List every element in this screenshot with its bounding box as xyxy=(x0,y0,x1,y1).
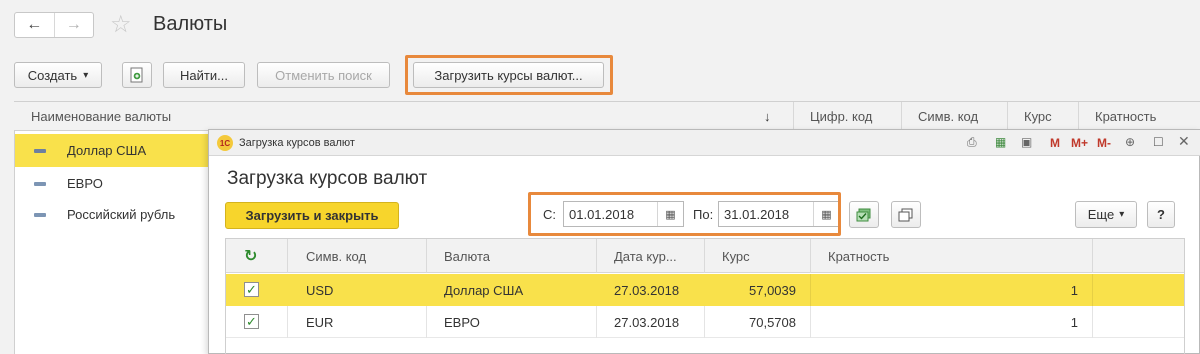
load-rates-dialog: 1С Загрузка курсов валют ⎙ ▦ ▣ M M+ M- ⊕… xyxy=(208,129,1200,354)
cell-multiplicity: 1 xyxy=(1070,315,1078,330)
period-highlight xyxy=(528,192,841,236)
column-divider xyxy=(426,306,427,338)
cancel-search-button[interactable]: Отменить поиск xyxy=(257,62,390,88)
column-divider xyxy=(287,306,288,338)
column-divider xyxy=(1007,102,1008,131)
column-header-currency[interactable]: Валюта xyxy=(444,249,490,264)
column-header-name[interactable]: Наименование валюты xyxy=(31,109,171,124)
memory-minus-icon[interactable]: M- xyxy=(1097,136,1111,150)
column-header-symbol-code[interactable]: Симв. код xyxy=(306,249,366,264)
column-header-rate[interactable]: Курс xyxy=(1024,109,1052,124)
cell-currency: Доллар США xyxy=(444,283,524,298)
currency-list-header: Наименование валюты ↓ Цифр. код Симв. ко… xyxy=(14,101,1200,131)
navigation-buttons: ← → xyxy=(14,12,94,38)
select-all-button[interactable] xyxy=(849,201,879,228)
load-and-close-button[interactable]: Загрузить и закрыть xyxy=(225,202,399,229)
cell-rate: 70,5708 xyxy=(749,315,796,330)
favorite-star-icon[interactable]: ☆ xyxy=(110,10,132,39)
chevron-down-icon: ▾ xyxy=(83,69,89,81)
create-button-label: Создать xyxy=(27,67,78,83)
column-divider xyxy=(596,239,597,273)
spreadsheet-icon[interactable]: ▦ xyxy=(995,135,1006,149)
cell-rate: 57,0039 xyxy=(749,283,796,298)
load-rates-highlight xyxy=(405,55,613,95)
list-item-label: Российский рубль xyxy=(67,207,176,222)
rates-table-header: ↻ Симв. код Валюта Дата кур... Курс Крат… xyxy=(226,239,1184,273)
deselect-all-button[interactable] xyxy=(891,201,921,228)
zoom-icon[interactable]: ⊕ xyxy=(1125,135,1135,149)
column-divider xyxy=(287,239,288,273)
column-divider xyxy=(426,239,427,273)
close-icon[interactable]: ✕ xyxy=(1178,133,1190,150)
memory-m-icon[interactable]: M xyxy=(1050,136,1060,150)
rates-table: ↻ Симв. код Валюта Дата кур... Курс Крат… xyxy=(225,238,1185,354)
page-title: Валюты xyxy=(153,13,228,35)
item-marker-icon xyxy=(34,181,46,186)
cell-symbol-code: EUR xyxy=(306,315,334,330)
list-item[interactable]: ЕВРО xyxy=(15,167,209,200)
column-divider xyxy=(596,306,597,338)
sort-arrow-icon[interactable]: ↓ xyxy=(764,109,771,124)
dialog-caption: Загрузка курсов валют xyxy=(239,137,355,149)
column-divider xyxy=(810,274,811,306)
list-item[interactable]: Доллар США xyxy=(15,134,209,167)
1c-logo-icon: 1С xyxy=(217,135,233,151)
column-divider xyxy=(1092,274,1093,306)
cell-rate-date: 27.03.2018 xyxy=(614,315,680,330)
create-button[interactable]: Создать ▾ xyxy=(14,62,102,88)
column-divider xyxy=(1092,306,1093,338)
list-item[interactable]: Российский рубль xyxy=(15,198,209,231)
column-header-multiplicity[interactable]: Кратность xyxy=(1095,109,1156,124)
refresh-icon[interactable]: ↻ xyxy=(244,246,257,266)
find-button[interactable]: Найти... xyxy=(163,62,245,88)
item-marker-icon xyxy=(34,212,46,217)
table-row[interactable]: ✓ EUR ЕВРО 27.03.2018 70,5708 1 xyxy=(226,306,1184,338)
print-icon[interactable]: ⎙ xyxy=(967,135,977,150)
column-header-rate-date[interactable]: Дата кур... xyxy=(614,249,677,264)
dialog-heading: Загрузка курсов валют xyxy=(227,168,428,189)
cell-symbol-code: USD xyxy=(306,283,334,298)
chevron-down-icon: ▾ xyxy=(1119,209,1125,220)
back-icon[interactable]: ← xyxy=(15,13,54,37)
maximize-icon[interactable]: ☐ xyxy=(1153,135,1164,149)
column-divider xyxy=(901,102,902,131)
document-icon xyxy=(130,67,143,83)
uncheck-all-icon xyxy=(898,208,913,221)
currency-list: Доллар США ЕВРО Российский рубль xyxy=(14,131,209,354)
more-button-label: Еще xyxy=(1087,207,1115,222)
help-button[interactable]: ? xyxy=(1147,201,1175,228)
column-divider xyxy=(704,239,705,273)
column-divider xyxy=(1092,239,1093,273)
memory-plus-icon[interactable]: M+ xyxy=(1071,136,1088,150)
title-bar: ← → ☆ Валюты xyxy=(0,0,1200,52)
list-item-label: ЕВРО xyxy=(67,176,103,191)
calendar-icon[interactable]: ▣ xyxy=(1021,135,1032,149)
cell-rate-date: 27.03.2018 xyxy=(614,283,680,298)
check-all-icon xyxy=(856,208,871,221)
column-header-numeric-code[interactable]: Цифр. код xyxy=(810,109,872,124)
table-row[interactable]: ✓ USD Доллар США 27.03.2018 57,0039 1 xyxy=(226,274,1184,306)
column-header-multiplicity[interactable]: Кратность xyxy=(828,249,889,264)
more-button[interactable]: Еще ▾ xyxy=(1075,201,1137,228)
column-divider xyxy=(1078,102,1079,131)
column-divider xyxy=(793,102,794,131)
cell-multiplicity: 1 xyxy=(1070,283,1078,298)
column-header-rate[interactable]: Курс xyxy=(722,249,750,264)
column-header-symbol-code[interactable]: Симв. код xyxy=(918,109,978,124)
list-item-label: Доллар США xyxy=(67,143,147,158)
row-checkbox[interactable]: ✓ xyxy=(244,314,259,329)
dialog-title-bar: 1С Загрузка курсов валют ⎙ ▦ ▣ M M+ M- ⊕… xyxy=(209,130,1200,156)
item-marker-icon xyxy=(34,148,46,153)
copy-document-button[interactable] xyxy=(122,62,152,88)
row-checkbox[interactable]: ✓ xyxy=(244,282,259,297)
forward-icon[interactable]: → xyxy=(53,13,94,37)
column-divider xyxy=(704,306,705,338)
cell-currency: ЕВРО xyxy=(444,315,480,330)
column-divider xyxy=(810,306,811,338)
column-divider xyxy=(810,239,811,273)
